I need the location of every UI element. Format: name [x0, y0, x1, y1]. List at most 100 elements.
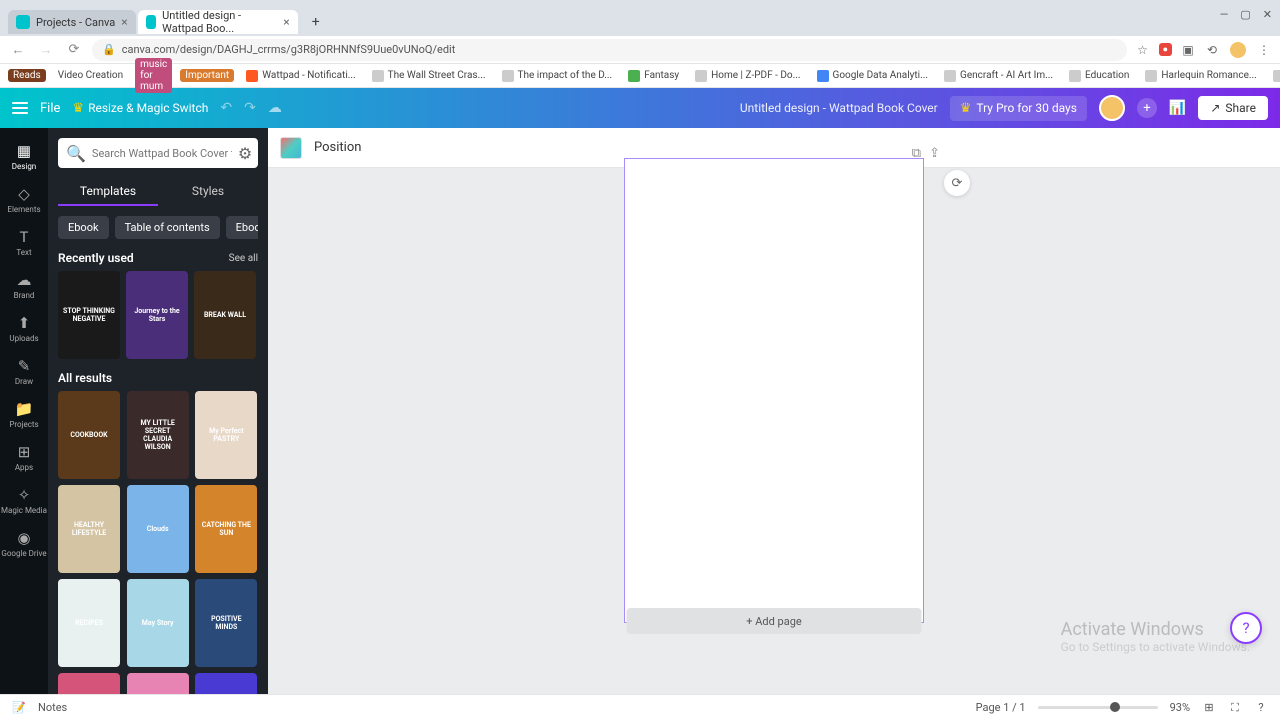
template-thumb[interactable]: BREAK WALL — [194, 271, 256, 359]
sidenav-google-drive[interactable]: ◉Google Drive — [0, 523, 48, 564]
cloud-sync-icon: ☁ — [268, 100, 282, 116]
tab-styles[interactable]: Styles — [158, 178, 258, 206]
brand-icon: ☁ — [15, 271, 33, 289]
browser-tab-0[interactable]: Projects - Canva × — [8, 10, 136, 34]
file-menu[interactable]: File — [40, 101, 60, 116]
close-icon[interactable]: × — [121, 15, 127, 29]
zoom-percent[interactable]: 93% — [1170, 701, 1190, 714]
section-title: All results — [58, 371, 112, 385]
user-avatar[interactable] — [1099, 95, 1125, 121]
settings-icon[interactable]: ⚙ — [238, 144, 252, 163]
template-thumb[interactable]: Journey to the Stars — [126, 271, 188, 359]
bookmark-item[interactable]: Wattpad - Notificati... — [242, 68, 359, 84]
tab-templates[interactable]: Templates — [58, 178, 158, 206]
tab-label: Projects - Canva — [36, 16, 115, 29]
sidenav-draw[interactable]: ✎Draw — [0, 351, 48, 392]
add-member-button[interactable]: + — [1137, 98, 1157, 118]
position-button[interactable]: Position — [314, 140, 361, 155]
chip-ebook[interactable]: Ebook — [58, 216, 109, 239]
page-indicator[interactable]: Page 1 / 1 — [976, 701, 1026, 714]
sidenav-projects[interactable]: 📁Projects — [0, 394, 48, 435]
maximize-button[interactable]: ▢ — [1240, 8, 1250, 21]
close-window-button[interactable]: ✕ — [1263, 8, 1272, 21]
bookmark-item[interactable]: The Wall Street Cras... — [368, 68, 490, 84]
design-page[interactable] — [624, 158, 924, 623]
section-title: Recently used — [58, 251, 134, 265]
bookmark-item[interactable]: Free Download Books — [1269, 68, 1280, 84]
sidenav-brand[interactable]: ☁Brand — [0, 265, 48, 306]
upload-page-icon[interactable]: ⇪ — [929, 146, 940, 161]
template-thumb[interactable]: DYNA MITE — [195, 673, 257, 694]
bookmark-item[interactable]: music for mum — [135, 58, 172, 93]
tab-label: Untitled design - Wattpad Boo... — [162, 9, 277, 35]
template-thumb[interactable]: Clouds — [127, 485, 189, 573]
design-title[interactable]: Untitled design - Wattpad Book Cover — [740, 101, 938, 115]
chip-toc[interactable]: Table of contents — [115, 216, 220, 239]
new-tab-button[interactable]: + — [306, 12, 326, 32]
template-search[interactable]: 🔍 ⚙ — [58, 138, 258, 168]
template-thumb[interactable]: POSITIVE MINDS — [195, 579, 257, 667]
template-thumb[interactable]: Be with You — [58, 673, 120, 694]
menu-button[interactable] — [12, 102, 28, 114]
add-page-button[interactable]: + Add page — [627, 608, 922, 634]
bookmark-item[interactable]: Important — [180, 69, 234, 82]
bookmark-item[interactable]: Gencraft - AI Art Im... — [940, 68, 1057, 84]
analytics-icon[interactable]: 📊 — [1169, 100, 1186, 116]
star-icon[interactable]: ☆ — [1135, 42, 1151, 58]
refresh-icon[interactable]: ⟳ — [944, 170, 970, 196]
template-thumb[interactable]: MY LITTLE SECRET CLAUDIA WILSON — [127, 391, 189, 479]
template-thumb[interactable]: STOP THINKING NEGATIVE — [58, 271, 120, 359]
refresh-ext-icon[interactable]: ⟲ — [1204, 42, 1220, 58]
help-icon[interactable]: ? — [1254, 701, 1268, 715]
template-thumb[interactable]: HEALTHY LIFESTYLE — [58, 485, 120, 573]
minimize-button[interactable]: — — [1220, 8, 1229, 21]
redo-button[interactable]: ↷ — [244, 100, 256, 116]
menu-icon[interactable]: ⋮ — [1256, 42, 1272, 58]
sidenav-design[interactable]: ▦Design — [0, 136, 48, 177]
resize-button[interactable]: ♛ Resize & Magic Switch — [72, 101, 208, 116]
template-thumb[interactable]: My Perfect PASTRY — [195, 391, 257, 479]
see-all-link[interactable]: See all — [229, 253, 258, 264]
browser-tab-1[interactable]: Untitled design - Wattpad Boo... × — [138, 10, 298, 34]
sidenav-elements[interactable]: ◇Elements — [0, 179, 48, 220]
help-button[interactable]: ? — [1230, 612, 1262, 644]
template-thumb[interactable]: CATCHING THE SUN — [195, 485, 257, 573]
color-picker[interactable] — [280, 137, 302, 159]
template-thumb[interactable]: May Story — [127, 579, 189, 667]
bookmark-item[interactable]: Reads — [8, 69, 46, 82]
bookmark-item[interactable]: Harlequin Romance... — [1141, 68, 1260, 84]
adblock-icon[interactable]: ● — [1159, 43, 1172, 56]
template-thumb[interactable]: RECIPES — [58, 579, 120, 667]
grid-view-icon[interactable]: ⊞ — [1202, 701, 1216, 715]
try-pro-button[interactable]: ♛ Try Pro for 30 days — [950, 96, 1087, 121]
sidenav-text[interactable]: TText — [0, 222, 48, 263]
favicon-icon — [146, 15, 156, 29]
notes-button[interactable]: Notes — [38, 701, 67, 714]
undo-button[interactable]: ↶ — [220, 100, 232, 116]
sidenav-uploads[interactable]: ⬆Uploads — [0, 308, 48, 349]
reload-button[interactable]: ⟳ — [64, 40, 84, 60]
search-input[interactable] — [92, 147, 232, 160]
bookmark-item[interactable]: Education — [1065, 68, 1133, 84]
address-field[interactable]: 🔒 canva.com/design/DAGHJ_crrms/g3R8jORHN… — [92, 39, 1127, 61]
back-button[interactable]: ← — [8, 40, 28, 60]
sidenav-magic-media[interactable]: ✧Magic Media — [0, 480, 48, 521]
zoom-slider[interactable] — [1038, 706, 1158, 709]
chip-ebook-p[interactable]: Ebook p — [226, 216, 258, 239]
bookmark-item[interactable]: Home | Z-PDF - Do... — [691, 68, 804, 84]
close-icon[interactable]: × — [283, 15, 289, 29]
bookmark-item[interactable]: The impact of the D... — [498, 68, 617, 84]
share-button[interactable]: ↗ Share — [1198, 96, 1268, 120]
fullscreen-icon[interactable]: ⛶ — [1228, 701, 1242, 715]
template-thumb[interactable]: COOKBOOK — [58, 391, 120, 479]
profile-avatar[interactable] — [1228, 40, 1248, 60]
extension-icon[interactable]: ▣ — [1180, 42, 1196, 58]
sidenav-apps[interactable]: ⊞Apps — [0, 437, 48, 478]
bookmark-item[interactable]: Google Data Analyti... — [813, 68, 933, 84]
url-bar: ← → ⟳ 🔒 canva.com/design/DAGHJ_crrms/g3R… — [0, 36, 1280, 64]
bookmark-item[interactable]: Video Creation — [54, 68, 127, 83]
notes-icon: 📝 — [12, 701, 26, 715]
forward-button[interactable]: → — [36, 40, 56, 60]
bookmark-item[interactable]: Fantasy — [624, 68, 683, 84]
template-thumb[interactable]: Desserts — [127, 673, 189, 694]
